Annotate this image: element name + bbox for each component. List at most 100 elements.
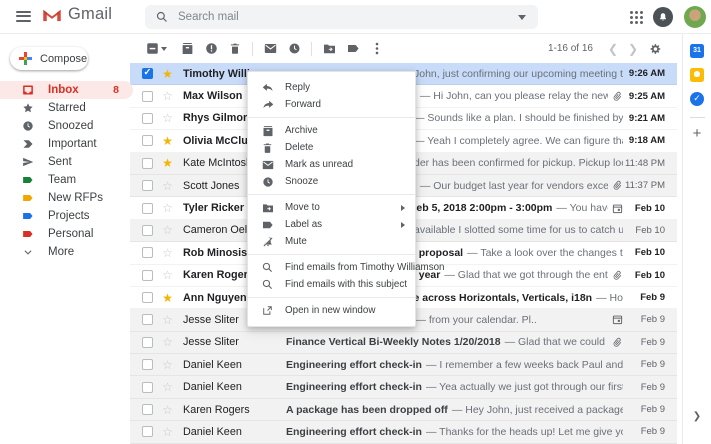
email-row[interactable]: ☆ Daniel Keen Engineering effort check-i… bbox=[130, 376, 677, 398]
row-checkbox[interactable] bbox=[142, 135, 153, 146]
delete-icon bbox=[261, 142, 274, 154]
search-input[interactable]: Search mail bbox=[178, 11, 518, 23]
star-icon[interactable]: ☆ bbox=[161, 180, 174, 192]
newer-page-button[interactable]: ❮ bbox=[603, 42, 623, 56]
move-to-button[interactable] bbox=[317, 37, 341, 61]
menu-item-snooze[interactable]: Snooze bbox=[248, 173, 415, 190]
gmail-logo: Gmail bbox=[42, 5, 112, 24]
row-checkbox[interactable] bbox=[142, 113, 153, 124]
row-checkbox[interactable] bbox=[142, 247, 153, 258]
menu-item-forward[interactable]: Forward bbox=[248, 96, 415, 113]
email-row[interactable]: ☆ Daniel Keen Engineering effort check-i… bbox=[130, 421, 677, 443]
sidebar-item-new-rfps[interactable]: New RFPs bbox=[0, 189, 133, 207]
row-checkbox[interactable] bbox=[142, 337, 153, 348]
email-row[interactable]: ☆ Jesse Sliter Finance Vertical Bi-Weekl… bbox=[130, 332, 677, 354]
email-sender: Daniel Keen bbox=[183, 359, 284, 371]
report-spam-button[interactable] bbox=[199, 37, 223, 61]
sidebar-item-label: Important bbox=[48, 138, 97, 150]
star-icon[interactable]: ☆ bbox=[161, 269, 174, 281]
sidebar-item-important[interactable]: Important bbox=[0, 135, 133, 153]
menu-item-mute[interactable]: Mute bbox=[248, 233, 415, 250]
email-snippet: — Glad that we could discuss the bu.. bbox=[505, 336, 608, 348]
main-menu-icon[interactable] bbox=[16, 11, 31, 22]
row-checkbox[interactable] bbox=[142, 382, 153, 393]
menu-item-move-to[interactable]: Move to bbox=[248, 199, 415, 216]
addons-divider bbox=[690, 117, 705, 118]
star-icon[interactable]: ☆ bbox=[161, 202, 174, 214]
mark-as-read-button[interactable] bbox=[258, 37, 282, 61]
submenu-arrow-icon bbox=[401, 222, 405, 228]
sidebar-item-team[interactable]: Team bbox=[0, 171, 133, 189]
tasks-addon-icon[interactable]: ✓ bbox=[690, 91, 705, 106]
star-icon[interactable]: ☆ bbox=[161, 247, 174, 259]
star-icon[interactable]: ☆ bbox=[161, 224, 174, 236]
star-icon[interactable]: ★ bbox=[161, 157, 174, 169]
menu-item-label: Find emails from Timothy Williamson bbox=[285, 262, 445, 273]
menu-item-find-from-sender[interactable]: Find emails from Timothy Williamson bbox=[248, 259, 415, 276]
account-avatar[interactable] bbox=[684, 6, 706, 28]
row-checkbox[interactable] bbox=[142, 68, 153, 79]
sidebar-item-personal[interactable]: Personal bbox=[0, 225, 133, 243]
star-icon[interactable]: ☆ bbox=[161, 359, 174, 371]
star-icon[interactable]: ☆ bbox=[161, 314, 174, 326]
sidebar-item-sent[interactable]: Sent bbox=[0, 153, 133, 171]
compose-label: Compose bbox=[40, 53, 87, 65]
menu-item-reply[interactable]: Reply bbox=[248, 79, 415, 96]
row-checkbox[interactable] bbox=[142, 91, 153, 102]
row-checkbox[interactable] bbox=[142, 314, 153, 325]
star-icon[interactable]: ☆ bbox=[161, 426, 174, 438]
row-checkbox[interactable] bbox=[142, 270, 153, 281]
star-icon[interactable]: ★ bbox=[161, 68, 174, 80]
star-icon[interactable]: ☆ bbox=[161, 90, 174, 102]
settings-gear-icon[interactable] bbox=[643, 37, 667, 61]
menu-item-label-as[interactable]: Label as bbox=[248, 216, 415, 233]
email-row[interactable]: ☆ Karen Rogers A package has been droppe… bbox=[130, 399, 677, 421]
row-checkbox[interactable] bbox=[142, 180, 153, 191]
email-row[interactable]: ☆ Daniel Keen Engineering effort check-i… bbox=[130, 354, 677, 376]
sidebar-item-projects[interactable]: Projects bbox=[0, 207, 133, 225]
star-icon[interactable]: ★ bbox=[161, 292, 174, 304]
archive-button[interactable] bbox=[175, 37, 199, 61]
gmail-window: Gmail Search mail Compose Inbox bbox=[0, 0, 711, 444]
row-checkbox[interactable] bbox=[142, 158, 153, 169]
sidebar-item-snoozed[interactable]: Snoozed bbox=[0, 117, 133, 135]
menu-item-archive[interactable]: Archive bbox=[248, 122, 415, 139]
star-icon[interactable]: ☆ bbox=[161, 112, 174, 124]
row-checkbox[interactable] bbox=[142, 225, 153, 236]
delete-button[interactable] bbox=[223, 37, 247, 61]
star-icon[interactable]: ☆ bbox=[161, 336, 174, 348]
labels-button[interactable] bbox=[341, 37, 365, 61]
menu-item-mark-unread[interactable]: Mark as unread bbox=[248, 156, 415, 173]
menu-item-delete[interactable]: Delete bbox=[248, 139, 415, 156]
star-icon[interactable]: ★ bbox=[161, 135, 174, 147]
search-options-caret-icon[interactable] bbox=[518, 15, 526, 20]
email-date: Feb 9 bbox=[623, 292, 677, 303]
calendar-addon-icon[interactable]: 31 bbox=[690, 43, 705, 58]
sidebar-item-more[interactable]: More bbox=[0, 243, 133, 261]
row-checkbox[interactable] bbox=[142, 292, 153, 303]
star-icon[interactable]: ☆ bbox=[161, 404, 174, 416]
sidebar-item-starred[interactable]: Starred bbox=[0, 99, 133, 117]
snooze-button[interactable] bbox=[282, 37, 306, 61]
menu-item-open-new-window[interactable]: Open in new window bbox=[248, 302, 415, 319]
get-addons-icon[interactable]: + bbox=[693, 127, 702, 141]
star-icon[interactable]: ☆ bbox=[161, 381, 174, 393]
row-checkbox[interactable] bbox=[142, 426, 153, 437]
row-checkbox[interactable] bbox=[142, 404, 153, 415]
more-options-button[interactable] bbox=[365, 37, 389, 61]
row-checkbox[interactable] bbox=[142, 203, 153, 214]
search-bar[interactable]: Search mail bbox=[145, 5, 538, 29]
notifications-icon[interactable] bbox=[653, 7, 673, 27]
email-date: Feb 9 bbox=[623, 314, 677, 325]
keep-addon-icon[interactable] bbox=[690, 67, 705, 82]
older-page-button[interactable]: ❯ bbox=[623, 42, 643, 56]
apps-grid-icon[interactable] bbox=[630, 11, 643, 24]
select-options-caret-icon[interactable] bbox=[161, 47, 167, 51]
compose-button[interactable]: Compose bbox=[10, 47, 88, 70]
email-subject: e proposal bbox=[410, 247, 463, 259]
sidebar-item-inbox[interactable]: Inbox 8 bbox=[0, 81, 133, 99]
row-checkbox[interactable] bbox=[142, 359, 153, 370]
collapse-panel-icon[interactable]: ❯ bbox=[693, 411, 701, 422]
menu-item-find-with-subject[interactable]: Find emails with this subject bbox=[248, 276, 415, 293]
email-text: Engineering effort check-in — I remember… bbox=[286, 359, 623, 371]
